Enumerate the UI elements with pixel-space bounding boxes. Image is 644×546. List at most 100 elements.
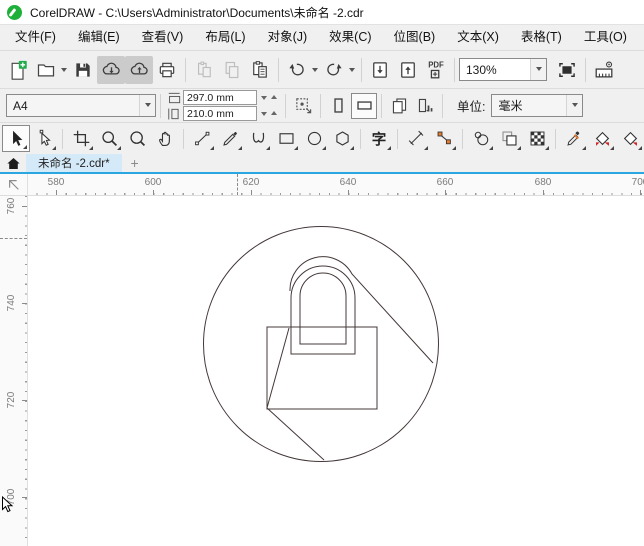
cloud-download-icon (102, 62, 120, 75)
page-dimensions-group: 297.0 mm 210.0 mm (167, 90, 279, 121)
menu-bitmaps[interactable]: 位图(B) (383, 25, 447, 50)
drawing-canvas[interactable] (28, 196, 644, 546)
current-page-button[interactable] (412, 93, 438, 119)
v-ruler-guide-mark (0, 238, 27, 239)
all-pages-button[interactable] (386, 93, 412, 119)
units-caret[interactable] (566, 95, 583, 116)
v-ruler-label: 760 (5, 197, 17, 215)
open-dropdown-caret[interactable] (61, 68, 67, 75)
portrait-button[interactable] (325, 93, 351, 119)
polygon-tool[interactable] (328, 125, 356, 152)
landscape-button[interactable] (351, 92, 377, 119)
horizontal-ruler[interactable]: 580 600 620 640 660 680 700 (28, 174, 644, 196)
freehand-tool[interactable] (188, 125, 216, 152)
menu-table[interactable]: 表格(T) (510, 25, 573, 50)
b-spline-icon (252, 132, 264, 143)
magnifier-icon (129, 131, 145, 147)
print-button[interactable] (153, 56, 181, 84)
pattern-fill-tool[interactable] (523, 125, 551, 152)
pick-tool[interactable] (2, 125, 30, 152)
units-value: 毫米 (498, 99, 523, 113)
pdf-icon: PDF (428, 60, 444, 78)
publish-pdf-button[interactable]: PDF (422, 56, 450, 84)
zoom-levels-combo[interactable]: 130% (459, 58, 547, 81)
menu-view[interactable]: 查看(V) (131, 25, 195, 50)
page-size-caret[interactable] (139, 95, 155, 116)
document-tab[interactable]: 未命名 -2.cdr* (26, 154, 122, 172)
interactive-fill-tool[interactable] (616, 125, 644, 152)
redo-dropdown-caret[interactable] (349, 68, 355, 75)
new-tab-button[interactable]: + (122, 154, 148, 172)
vertical-ruler[interactable]: 760 740 720 700 (0, 196, 28, 546)
paste-icon (198, 61, 211, 77)
full-screen-icon (559, 62, 575, 77)
h-ruler-guide-mark (237, 174, 238, 195)
undo-button[interactable] (283, 56, 311, 84)
open-folder-icon (37, 63, 55, 76)
new-document-button[interactable] (4, 56, 32, 84)
color-eyedropper-tool[interactable] (560, 125, 588, 152)
transparency-tool[interactable] (495, 125, 523, 152)
standard-toolbar: PDF 130% (0, 50, 644, 88)
dimension-tool[interactable] (402, 125, 430, 152)
v-ruler-tick (22, 400, 27, 401)
redo-button[interactable] (320, 56, 348, 84)
connector-tool[interactable] (430, 125, 458, 152)
menu-edit[interactable]: 编辑(E) (67, 25, 131, 50)
rectangle-tool[interactable] (272, 125, 300, 152)
zoom-levels-caret[interactable] (530, 59, 546, 80)
show-rulers-button[interactable] (590, 56, 618, 84)
menu-object[interactable]: 对象(J) (257, 25, 319, 50)
toolbox-separator (462, 128, 463, 149)
welcome-screen-button[interactable] (0, 154, 26, 172)
cloud-download-button[interactable] (97, 55, 125, 84)
b-spline-tool[interactable] (244, 125, 272, 152)
page-width-spinner[interactable] (259, 92, 279, 103)
import-button[interactable] (366, 56, 394, 84)
cloud-upload-button[interactable] (125, 55, 153, 84)
paste-button[interactable] (190, 56, 218, 84)
paste-special-icon (253, 60, 267, 78)
page-width-field[interactable]: 297.0 mm (183, 90, 257, 105)
menu-tools[interactable]: 工具(O) (573, 25, 638, 50)
text-tool[interactable]: 字 (365, 125, 393, 152)
artistic-media-tool[interactable] (216, 125, 244, 152)
zoom-tool[interactable] (95, 125, 123, 152)
shape-tool[interactable] (30, 125, 58, 152)
full-screen-preview-button[interactable] (553, 56, 581, 84)
rectangle-tool-icon (278, 133, 294, 144)
ruler-origin-corner[interactable] (0, 174, 28, 196)
menu-file[interactable]: 文件(F) (4, 25, 67, 50)
contour-tool[interactable] (467, 125, 495, 152)
save-button[interactable] (69, 56, 97, 84)
plus-icon: + (130, 155, 139, 171)
crop-tool[interactable] (67, 125, 95, 152)
v-ruler-label: 720 (5, 391, 17, 409)
page-size-combo[interactable]: A4 (6, 94, 156, 117)
propbar-separator (381, 93, 382, 118)
page-height-field[interactable]: 210.0 mm (183, 106, 257, 121)
title-bar: CorelDRAW - C:\Users\Administrator\Docum… (0, 0, 644, 24)
menu-text[interactable]: 文本(X) (446, 25, 510, 50)
ellipse-tool[interactable] (300, 125, 328, 152)
ruler-icon (595, 60, 613, 78)
h-ruler-tick (543, 190, 544, 195)
export-button[interactable] (394, 56, 422, 84)
dimension-tool-icon (408, 130, 423, 146)
property-bar: A4 297.0 mm 210.0 mm 单位: 毫米 (0, 88, 644, 122)
page-height-spinner[interactable] (259, 108, 279, 119)
open-button[interactable] (32, 56, 60, 84)
menu-bar: 文件(F) 编辑(E) 查看(V) 布局(L) 对象(J) 效果(C) 位图(B) 文本(X)… (0, 24, 644, 50)
zoom-tool-alt[interactable] (123, 125, 151, 152)
pan-tool[interactable] (151, 125, 179, 152)
paste-special-button[interactable] (246, 56, 274, 84)
nudge-offset-button[interactable] (290, 93, 316, 119)
mouse-cursor (2, 496, 14, 513)
smart-fill-tool[interactable] (588, 125, 616, 152)
menu-effects[interactable]: 效果(C) (318, 25, 382, 50)
h-ruler-label: 660 (436, 177, 454, 188)
copy-button[interactable] (218, 56, 246, 84)
undo-dropdown-caret[interactable] (312, 68, 318, 75)
menu-layout[interactable]: 布局(L) (194, 25, 256, 50)
units-combo[interactable]: 毫米 (491, 94, 584, 117)
